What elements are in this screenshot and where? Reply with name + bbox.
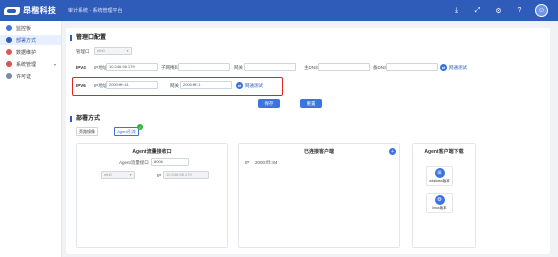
ipv6-gateway-value: 2000:fff::1 <box>183 82 201 87</box>
sidebar-item-label: 部署方式 <box>16 37 37 44</box>
logo-mark-icon <box>4 6 20 15</box>
deployed-clients-panel: 已连接客户端 + IP 2000:fff::84 <box>238 143 400 248</box>
brand-name: 昂楷科技 <box>23 6 57 15</box>
add-icon[interactable]: + <box>389 148 396 155</box>
linux-icon: ❂ <box>434 195 445 205</box>
ipv6-gateway-label: 网关 <box>170 83 179 88</box>
ipv4-gateway-input[interactable] <box>244 63 296 71</box>
agent-interface-select[interactable]: eth0 ▼ <box>101 171 135 179</box>
linux-download-button[interactable]: ❂ linux版本 <box>426 193 453 213</box>
ipv4-ping-button[interactable]: ⇄ 网通测试 <box>440 64 467 71</box>
ipv4-ip-input[interactable]: 10.246.98.179 <box>106 63 158 71</box>
deploy-icon <box>6 37 12 43</box>
ipv6-ip-value: 2000:fff::41 <box>109 82 129 87</box>
ipv4-mask-label: 子网掩码 <box>161 65 179 70</box>
sidebar-item-label: 数据维护 <box>16 49 37 56</box>
check-icon: ✓ <box>137 124 143 130</box>
windows-icon: ⊞ <box>434 168 445 178</box>
sidebar-item-deploy[interactable]: 部署方式 <box>0 35 61 45</box>
ipv4-mask-input[interactable] <box>178 63 230 71</box>
agent-ip-label: IP <box>157 173 162 178</box>
system-icon <box>6 61 12 67</box>
main-content: 管理口配置 管理口 eth0 ▼ IPV4 IP地址 10.246.98.179… <box>66 28 550 254</box>
sidebar-item-monitor[interactable]: 监控板 <box>0 23 61 33</box>
windows-download-button[interactable]: ⊞ windows版本 <box>426 166 453 186</box>
agent-interface-value: eth0 <box>104 172 112 177</box>
network-test-icon: ⇄ <box>236 82 243 89</box>
top-icons: ⤓ ⤢ ⚙ ? ☺ <box>451 0 548 21</box>
agent-download-panel: Agent客户端下载 ⊞ windows版本 ❂ linux版本 <box>412 143 476 248</box>
agent-ip-value: 10.246.98.179 <box>166 172 192 177</box>
client-ip-value: 2000:fff::84 <box>255 160 278 165</box>
chevron-down-icon: ▼ <box>126 49 129 53</box>
sidebar-item-data[interactable]: 数据维护 <box>0 47 61 57</box>
ipv4-dns2-label: 备DNS <box>373 65 388 70</box>
agent-port-panel-title: Agent流量接收口 <box>132 149 172 155</box>
port-label: 管理口 <box>76 49 90 54</box>
sidebar-item-label: 系统管理 <box>16 61 37 68</box>
top-bar: 昂楷科技 审计系统 - 系统管理平台 ⤓ ⤢ ⚙ ? ☺ <box>0 0 558 21</box>
sidebar: 监控板 部署方式 数据维护 系统管理 ▾ 许可证 <box>0 21 62 257</box>
fullscreen-icon[interactable]: ⤢ <box>472 5 483 16</box>
ipv4-ip-value: 10.246.98.179 <box>109 64 135 69</box>
reset-button[interactable]: 重置 <box>300 99 322 108</box>
settings-icon[interactable]: ⚙ <box>493 5 504 16</box>
ipv6-label: IPV6 <box>76 83 86 88</box>
database-icon <box>6 49 12 55</box>
logo: 昂楷科技 <box>0 5 62 16</box>
chevron-down-icon: ▾ <box>53 61 56 67</box>
system-title: 审计系统 - 系统管理平台 <box>68 8 123 14</box>
ipv6-ping-label: 网通测试 <box>245 82 263 88</box>
agent-port-value: 8006 <box>154 159 163 164</box>
sidebar-item-system[interactable]: 系统管理 ▾ <box>0 59 61 69</box>
sidebar-item-label: 许可证 <box>16 73 32 80</box>
port-select[interactable]: eth0 ▼ <box>94 47 132 55</box>
section-title-deploy: 部署方式 <box>70 116 100 122</box>
ipv4-ping-label: 网通测试 <box>449 64 467 70</box>
ipv6-ping-button[interactable]: ⇄ 网通测试 <box>236 82 263 89</box>
monitor-icon <box>6 25 12 31</box>
agent-port-panel: Agent流量接收口 Agent流量接口 8006 eth0 ▼ IP 10.2… <box>76 143 228 248</box>
agent-ip-input[interactable]: 10.246.98.179 <box>163 171 209 179</box>
linux-download-label: linux版本 <box>432 206 447 210</box>
ipv4-label: IPV4 <box>76 65 86 70</box>
windows-download-label: windows版本 <box>429 179 450 183</box>
agent-download-panel-title: Agent客户端下载 <box>424 149 464 155</box>
agent-port-input[interactable]: 8006 <box>151 158 189 166</box>
client-ip-label: IP <box>245 160 250 165</box>
user-icon[interactable]: ☺ <box>535 4 548 17</box>
license-icon <box>6 73 12 79</box>
sidebar-item-label: 监控板 <box>16 25 32 32</box>
section-title-mgmt: 管理口配置 <box>70 35 106 41</box>
ipv4-gateway-label: 网关 <box>234 65 243 70</box>
ipv4-dns1-input[interactable] <box>318 63 370 71</box>
network-test-icon: ⇄ <box>440 64 447 71</box>
ipv4-dns1-label: 主DNS <box>304 65 319 70</box>
tab-agent-flow[interactable]: Agent引流 <box>114 127 139 136</box>
sidebar-item-license[interactable]: 许可证 <box>0 71 61 81</box>
agent-port-label: Agent流量接口 <box>119 160 149 165</box>
port-select-value: eth0 <box>97 48 105 53</box>
ipv6-ip-input[interactable]: 2000:fff::41 <box>106 81 158 89</box>
ipv4-dns2-input[interactable] <box>386 63 438 71</box>
tab-bypass-mirror[interactable]: 旁路镜像 <box>76 127 98 136</box>
help-icon[interactable]: ? <box>514 5 525 16</box>
download-icon[interactable]: ⤓ <box>451 5 462 16</box>
save-button[interactable]: 保存 <box>258 99 280 108</box>
chevron-down-icon: ▼ <box>129 173 132 177</box>
deployed-clients-panel-title: 已连接客户端 <box>303 149 334 155</box>
ipv6-gateway-input[interactable]: 2000:fff::1 <box>180 81 232 89</box>
